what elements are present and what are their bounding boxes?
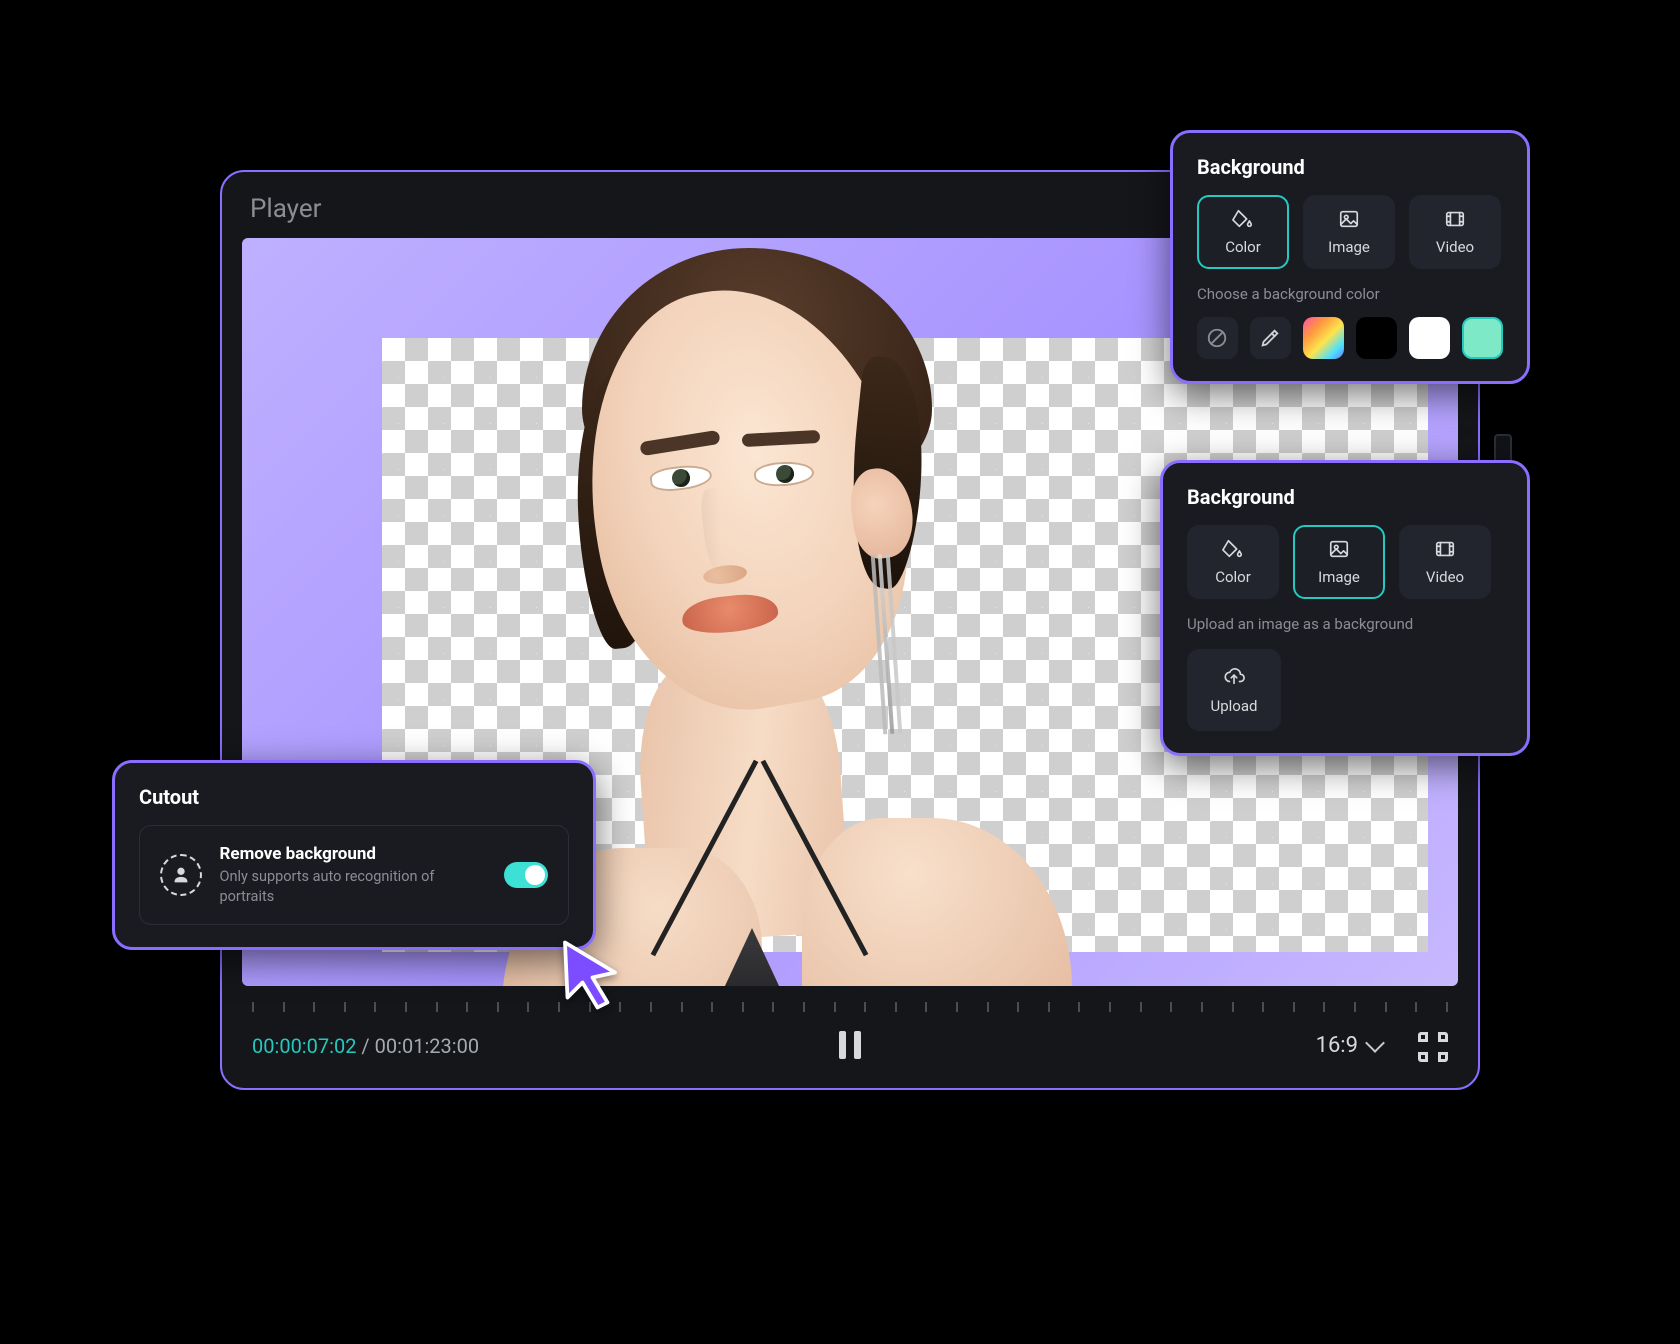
bg-color-hint: Choose a background color xyxy=(1197,285,1503,303)
swatch-eyedropper[interactable] xyxy=(1250,317,1291,359)
timeline[interactable] xyxy=(252,1004,1448,1010)
upload-label: Upload xyxy=(1211,697,1258,715)
upload-button[interactable]: Upload xyxy=(1187,649,1281,731)
aspect-ratio-value: 16:9 xyxy=(1316,1033,1358,1058)
bg2-tab-video-label: Video xyxy=(1426,568,1464,586)
bg2-tab-image-label: Image xyxy=(1318,568,1360,586)
swatch-black[interactable] xyxy=(1356,317,1397,359)
bg-tab-video[interactable]: Video xyxy=(1409,195,1501,269)
bg2-tab-color-label: Color xyxy=(1215,568,1251,586)
remove-background-row: Remove background Only supports auto rec… xyxy=(139,825,569,925)
fullscreen-button[interactable] xyxy=(1418,1032,1448,1062)
swatch-gradient[interactable] xyxy=(1303,317,1344,359)
cloud-upload-icon xyxy=(1223,665,1245,687)
background-image-panel: Background Color Image Video Uplo xyxy=(1160,460,1530,756)
bg2-tab-color[interactable]: Color xyxy=(1187,525,1279,599)
time-separator: / xyxy=(356,1034,374,1058)
video-icon xyxy=(1434,538,1456,560)
bg2-tab-video[interactable]: Video xyxy=(1399,525,1491,599)
image-icon xyxy=(1338,208,1360,230)
background-color-panel: Background Color Image Video Choo xyxy=(1170,130,1530,384)
bg2-tab-image[interactable]: Image xyxy=(1293,525,1385,599)
background-color-title: Background xyxy=(1197,155,1503,179)
bg-tab-color[interactable]: Color xyxy=(1197,195,1289,269)
remove-background-label: Remove background xyxy=(220,844,487,864)
background-image-title: Background xyxy=(1187,485,1503,509)
video-icon xyxy=(1444,208,1466,230)
bg-tab-color-label: Color xyxy=(1225,238,1261,256)
cursor-icon xyxy=(560,940,620,1010)
paint-bucket-icon xyxy=(1222,538,1244,560)
cutout-panel: Cutout Remove background Only supports a… xyxy=(112,760,596,950)
remove-background-desc: Only supports auto recognition of portra… xyxy=(220,867,487,906)
chevron-down-icon xyxy=(1365,1033,1385,1053)
bg-image-hint: Upload an image as a background xyxy=(1187,615,1503,633)
remove-background-toggle[interactable] xyxy=(504,862,548,888)
portrait-icon xyxy=(160,854,202,896)
aspect-ratio-selector[interactable]: 16:9 xyxy=(1316,1033,1382,1058)
player-title: Player xyxy=(250,194,321,224)
swatch-none[interactable] xyxy=(1197,317,1238,359)
pause-button[interactable] xyxy=(827,1022,873,1068)
time-current: 00:00:07:02 xyxy=(252,1034,356,1058)
swatch-white[interactable] xyxy=(1409,317,1450,359)
color-swatches xyxy=(1197,317,1503,359)
swatch-mint-selected[interactable] xyxy=(1462,317,1503,359)
cutout-title: Cutout xyxy=(139,785,569,809)
bg-tab-image[interactable]: Image xyxy=(1303,195,1395,269)
paint-bucket-icon xyxy=(1232,208,1254,230)
time-total: 00:01:23:00 xyxy=(375,1034,479,1058)
image-icon xyxy=(1328,538,1350,560)
time-display: 00:00:07:02 / 00:01:23:00 xyxy=(252,1034,479,1058)
bg-tab-image-label: Image xyxy=(1328,238,1370,256)
pause-icon xyxy=(839,1031,861,1059)
bg-tab-video-label: Video xyxy=(1436,238,1474,256)
